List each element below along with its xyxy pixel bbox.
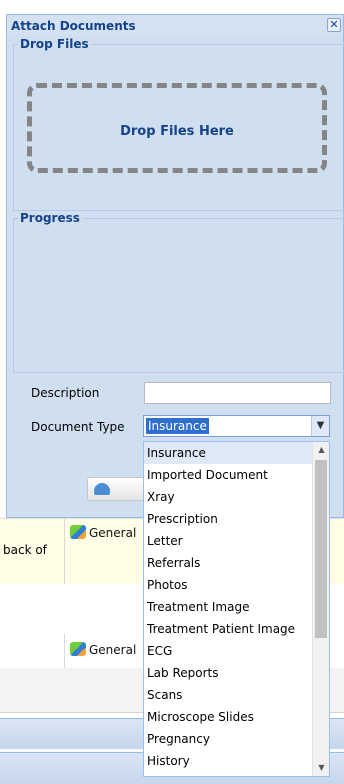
document-category-icon (70, 642, 86, 656)
document-type-label: Document Type (31, 420, 125, 434)
drop-zone[interactable]: Drop Files Here (27, 83, 327, 173)
dropdown-option[interactable]: Lab Reports (144, 662, 312, 684)
close-icon[interactable]: ✕ (327, 18, 341, 32)
dropdown-option[interactable]: Photos (144, 574, 312, 596)
scroll-up-icon[interactable]: ▲ (313, 442, 329, 458)
document-type-value: Insurance (146, 418, 209, 434)
dropdown-option[interactable]: Treatment Image (144, 596, 312, 618)
dropdown-option[interactable]: Xray (144, 486, 312, 508)
document-type-select[interactable]: Insurance ▼ (143, 415, 330, 437)
document-category-icon (70, 525, 86, 539)
description-label: Description (31, 386, 100, 400)
progress-fieldset: Progress (13, 211, 344, 373)
dropdown-option[interactable]: Scans (144, 684, 312, 706)
dropdown-option[interactable]: Referrals (144, 552, 312, 574)
scrollbar-thumb[interactable] (315, 460, 327, 638)
background-cell (0, 634, 65, 668)
dropdown-option[interactable]: History (144, 750, 312, 772)
upload-icon (94, 483, 110, 495)
document-type-dropdown[interactable]: Insurance Imported Document Xray Prescri… (143, 441, 330, 777)
background-row-text: back of (3, 543, 47, 557)
dropdown-option[interactable]: Prescription (144, 508, 312, 530)
progress-legend: Progress (20, 211, 80, 225)
dropdown-option[interactable]: Microscope Slides (144, 706, 312, 728)
dropdown-option[interactable]: Treatment Patient Image (144, 618, 312, 640)
dropdown-option[interactable]: Insurance (144, 442, 312, 464)
category-link-general[interactable]: General (70, 642, 136, 657)
dropdown-option[interactable]: ECG (144, 640, 312, 662)
chevron-down-icon[interactable]: ▼ (311, 416, 329, 436)
scroll-down-icon[interactable]: ▼ (313, 760, 329, 776)
dropdown-option[interactable]: Letter (144, 530, 312, 552)
dropdown-option[interactable]: Pregnancy (144, 728, 312, 750)
description-input[interactable] (144, 382, 331, 404)
drop-files-legend: Drop Files (20, 37, 89, 51)
dropdown-scrollbar[interactable]: ▲ ▼ (312, 442, 329, 776)
dropdown-option[interactable]: Imported Document (144, 464, 312, 486)
drop-zone-text: Drop Files Here (120, 124, 234, 139)
upload-button[interactable] (87, 477, 147, 501)
category-link-general[interactable]: General (70, 525, 136, 540)
dialog-title: Attach Documents (7, 15, 343, 35)
